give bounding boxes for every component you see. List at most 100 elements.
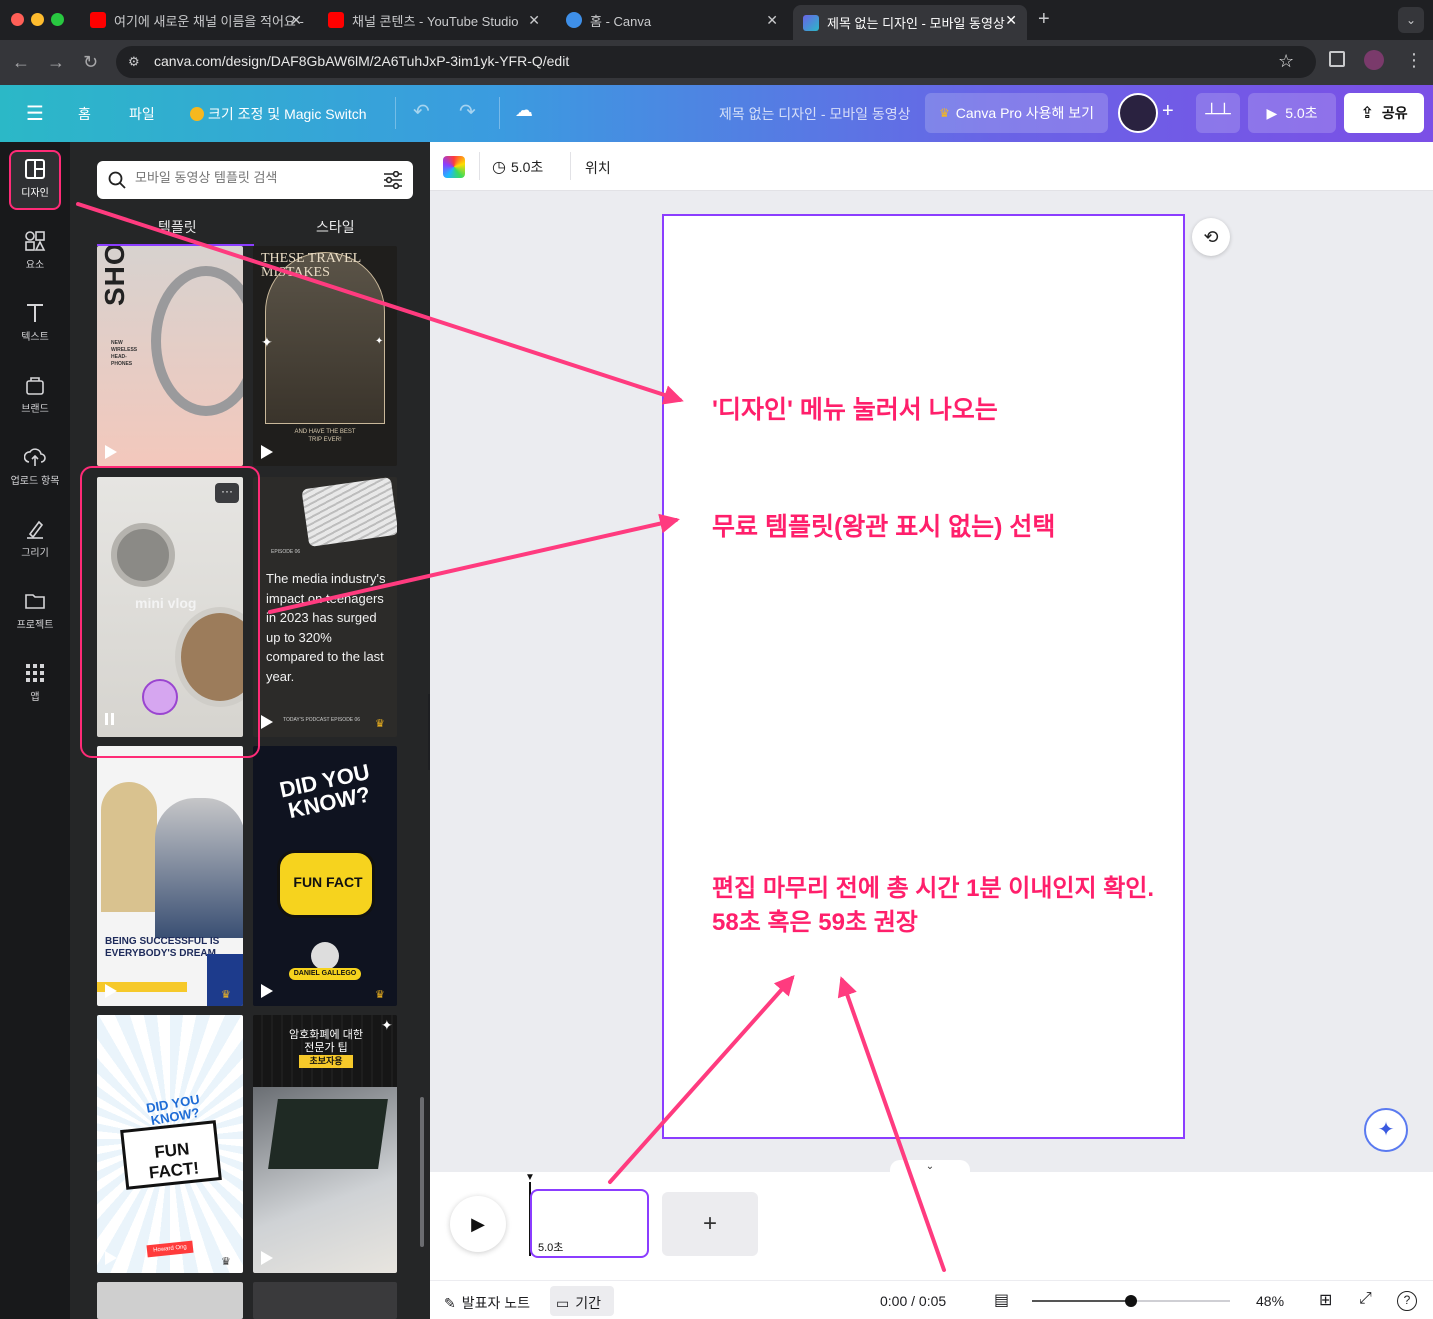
template-thumb-fun-fact-light[interactable]: DID YOU KNOW? FUN FACT! Howard Ong ♛ <box>97 1015 243 1273</box>
browser-tab-2[interactable]: 채널 콘텐츠 - YouTube Studio ✕ <box>318 5 550 35</box>
share-upload-icon: ⇪ <box>1360 105 1374 122</box>
play-button[interactable]: ▶ <box>450 1196 506 1252</box>
tab-label: 제목 없는 디자인 - 모바일 동영상 <box>827 16 1005 31</box>
share-button[interactable]: ⇪ 공유 <box>1344 93 1424 133</box>
profile-avatar[interactable] <box>1364 50 1384 70</box>
browser-tab-3[interactable]: 홈 - Canva ✕ <box>556 5 788 35</box>
timeline-clip[interactable]: 5.0초 <box>530 1189 649 1258</box>
filter-icon[interactable] <box>383 171 403 189</box>
playhead-marker[interactable]: ▼ <box>525 1172 535 1183</box>
forward-icon[interactable]: → <box>47 52 65 73</box>
help-icon[interactable]: ? <box>1397 1291 1417 1311</box>
play-preview-icon[interactable] <box>261 445 273 459</box>
template-thumb-business[interactable]: BEING SUCCESSFUL IS EVERYBODY'S DREAM ♛ <box>97 746 243 1006</box>
play-preview-icon[interactable] <box>105 1251 117 1265</box>
panel-scrollbar[interactable] <box>420 1097 424 1247</box>
play-preview-icon[interactable] <box>261 1251 273 1265</box>
divider <box>479 152 480 180</box>
close-window-button[interactable] <box>11 13 24 26</box>
play-icon: ▶ <box>1266 104 1278 121</box>
design-title[interactable]: 제목 없는 디자인 - 모바일 동영상 <box>719 104 911 124</box>
brand-icon <box>26 377 44 395</box>
thumb-episode-text: EPISODE 06 <box>271 549 301 555</box>
present-button[interactable]: ▶ 5.0초 <box>1248 93 1336 133</box>
crown-icon: ♛ <box>938 106 950 120</box>
template-thumb-fun-fact-dark[interactable]: DID YOU KNOW? FUN FACT DANIEL GALLEGO ♛ <box>253 746 397 1006</box>
rail-item-apps[interactable]: 앱 <box>0 654 70 718</box>
reload-icon[interactable]: ↻ <box>83 52 98 73</box>
folder-icon <box>25 594 45 609</box>
site-settings-icon[interactable]: ⚙ <box>128 54 140 70</box>
side-panel-icon[interactable] <box>1329 51 1345 67</box>
apps-icon <box>26 664 44 682</box>
insights-button[interactable]: ┴┴ <box>1196 93 1240 133</box>
template-thumb-headphones[interactable]: SHODW NEW WIRELESS HEAD-PHONES <box>97 246 243 466</box>
rail-item-upload[interactable]: 업로드 항목 <box>0 438 70 502</box>
color-picker-icon[interactable] <box>443 156 465 178</box>
undo-icon[interactable]: ↶ <box>413 99 430 124</box>
template-thumb-podcast[interactable]: EPISODE 06 The media industry's impact o… <box>253 477 397 737</box>
template-thumb-crypto[interactable]: 암호화폐에 대한 전문가 팁 초보자용 ✦ <box>253 1015 397 1273</box>
play-preview-icon[interactable] <box>261 984 273 998</box>
bookmark-star-icon[interactable]: ☆ <box>1278 51 1294 72</box>
close-icon[interactable]: ✕ <box>290 12 302 29</box>
tab-templates[interactable]: 템플릿 <box>158 217 197 237</box>
thumb-subtext: 초보자용 <box>299 1055 353 1068</box>
magic-switch-button[interactable]: 크기 조정 및 Magic Switch <box>190 104 367 124</box>
back-icon[interactable]: ← <box>12 52 30 73</box>
template-thumb-travel[interactable]: THESE TRAVEL MISTAKES AND HAVE THE BEST … <box>253 246 397 466</box>
grid-view-icon[interactable]: ▤ <box>994 1290 1009 1310</box>
minimize-window-button[interactable] <box>31 13 44 26</box>
play-preview-icon[interactable] <box>105 445 117 459</box>
hamburger-menu-icon[interactable]: ☰ <box>26 101 44 126</box>
browser-tab-1[interactable]: 여기에 새로운 채널 이름을 적어요 - ✕ <box>80 5 312 35</box>
upload-icon <box>24 448 46 466</box>
thumb-brand-text: SHODW <box>99 246 130 306</box>
presenter-notes-button[interactable]: ✎ 발표자 노트 <box>444 1293 530 1313</box>
duration-button[interactable]: ◷ 5.0초 <box>492 157 543 177</box>
present-duration: 5.0초 <box>1285 105 1318 121</box>
template-search-box[interactable] <box>97 161 413 199</box>
add-page-button[interactable]: + <box>662 1192 758 1256</box>
tab-search-icon[interactable]: ⌄ <box>1398 7 1424 33</box>
menu-home[interactable]: 홈 <box>78 104 91 124</box>
close-icon[interactable]: ✕ <box>766 12 778 29</box>
fullscreen-icon[interactable]: ⤢ <box>1359 1290 1372 1308</box>
rail-label: 요소 <box>25 260 45 271</box>
play-preview-icon[interactable] <box>105 984 117 998</box>
redo-icon[interactable]: ↷ <box>459 99 476 124</box>
template-thumb-partial-1[interactable] <box>97 1282 243 1319</box>
highlight-box <box>80 466 260 758</box>
magic-assistant-icon[interactable]: ✦ <box>1364 1108 1408 1152</box>
browser-tab-4[interactable]: 제목 없는 디자인 - 모바일 동영상 ✕ <box>793 5 1027 40</box>
close-icon[interactable]: ✕ <box>1005 12 1017 29</box>
zoom-slider-thumb[interactable] <box>1125 1295 1137 1307</box>
menu-file[interactable]: 파일 <box>129 104 155 124</box>
thumb-tag-text: Howard Ong <box>146 1240 194 1258</box>
zoom-level[interactable]: 48% <box>1256 1293 1284 1309</box>
more-menu-icon[interactable]: ⋮ <box>1405 50 1423 71</box>
position-button[interactable]: 위치 <box>585 158 611 178</box>
comment-add-icon[interactable]: ⟲ <box>1192 218 1230 256</box>
new-tab-icon[interactable]: + <box>1038 8 1050 31</box>
rail-item-projects[interactable]: 프로젝트 <box>0 582 70 646</box>
rail-item-draw[interactable]: 그리기 <box>0 510 70 574</box>
rail-item-text[interactable]: 텍스트 <box>0 294 70 358</box>
play-preview-icon[interactable] <box>261 715 273 729</box>
user-avatar[interactable] <box>1118 93 1158 133</box>
template-thumb-partial-2[interactable] <box>253 1282 397 1319</box>
rail-item-brand[interactable]: 브랜드 <box>0 366 70 430</box>
canva-pro-button[interactable]: ♛ Canva Pro 사용해 보기 <box>925 93 1108 133</box>
page-grid-icon[interactable]: ⊞ <box>1319 1290 1332 1310</box>
cloud-saved-icon[interactable]: ☁ <box>515 100 533 121</box>
tab-styles[interactable]: 스타일 <box>316 217 355 237</box>
rail-item-elements[interactable]: 요소 <box>0 222 70 286</box>
duration-toggle[interactable]: ▭ 기간 <box>556 1293 601 1313</box>
search-input[interactable] <box>135 170 365 185</box>
url-field[interactable]: ⚙ canva.com/design/DAF8GbAW6lM/2A6TuhJxP… <box>116 46 1316 78</box>
add-collaborator-icon[interactable]: + <box>1162 100 1174 123</box>
close-icon[interactable]: ✕ <box>528 12 540 29</box>
rail-item-design[interactable]: 디자인 <box>0 150 70 214</box>
design-page[interactable]: '디자인' 메뉴 눌러서 나오는 무료 템플릿(왕관 표시 없는) 선택 편집 … <box>662 214 1185 1139</box>
maximize-window-button[interactable] <box>51 13 64 26</box>
